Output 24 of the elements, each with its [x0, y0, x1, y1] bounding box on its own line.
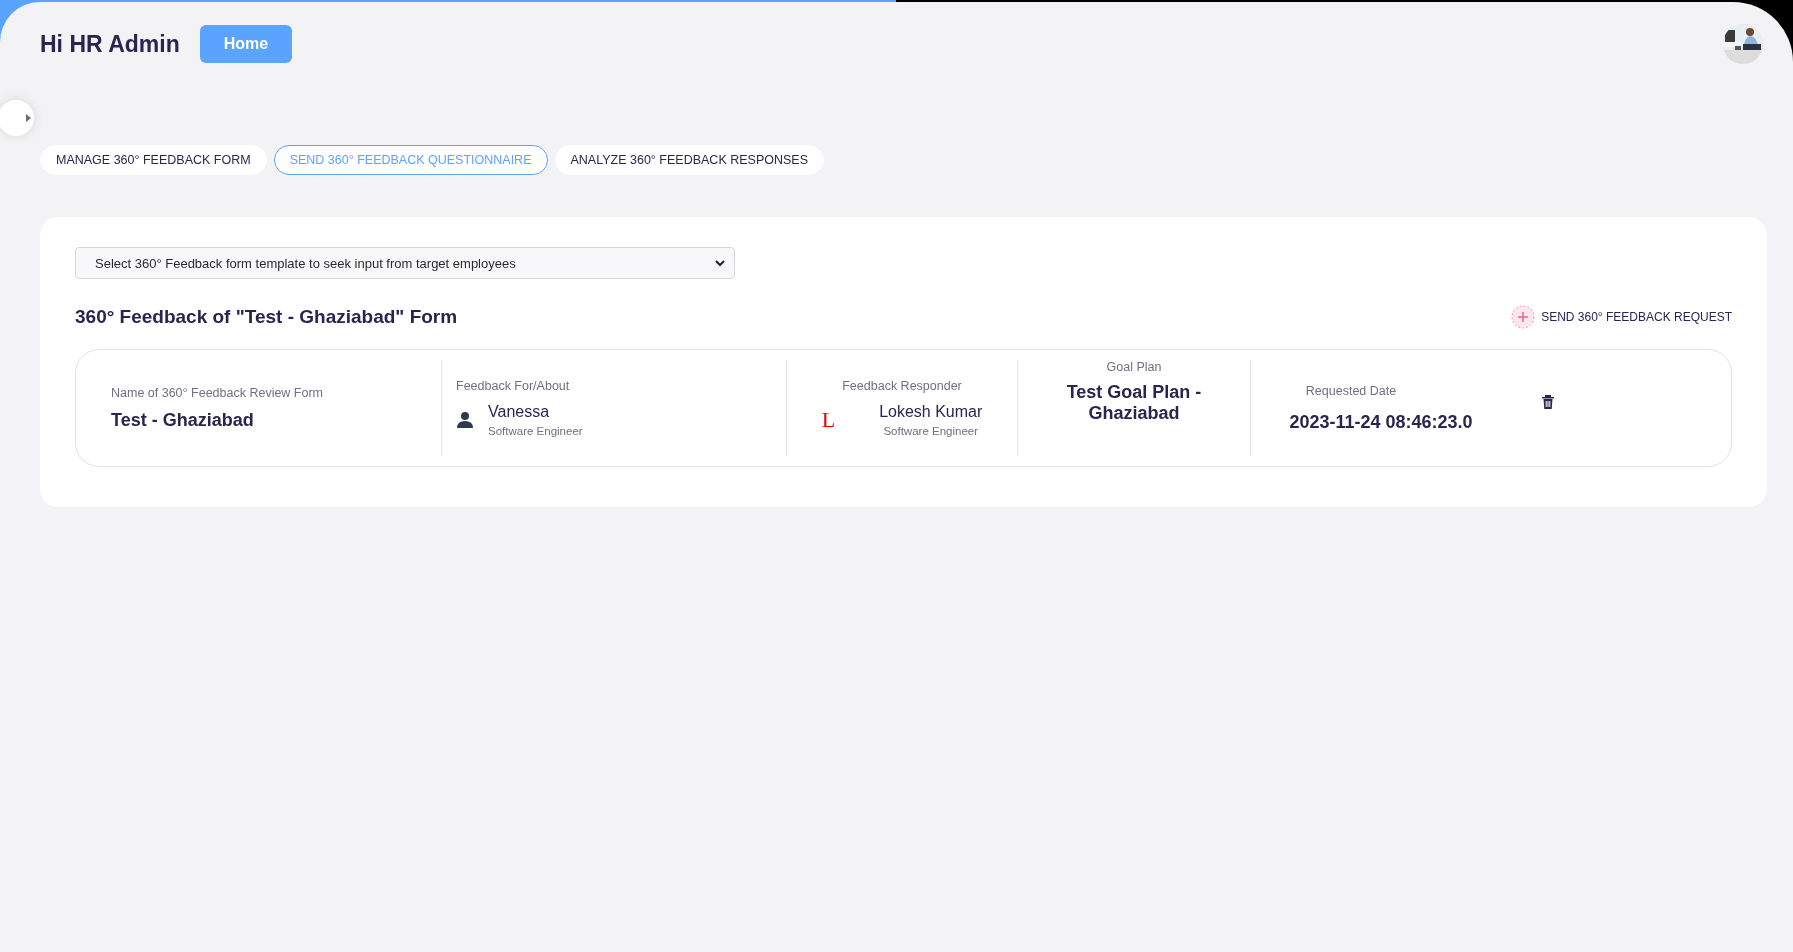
sidebar-toggle-button[interactable]: [0, 100, 34, 136]
requested-date: 2023-11-24 08:46:23.0: [1289, 411, 1473, 433]
tab[interactable]: ANALYZE 360° FEEDBACK RESPONSES: [554, 145, 824, 175]
employee-role: Software Engineer: [488, 425, 583, 437]
employee-name: Vanessa: [488, 403, 551, 421]
tab[interactable]: MANAGE 360° FEEDBACK FORM: [40, 145, 267, 175]
column-label: Requested Date: [1305, 383, 1397, 398]
delete-icon[interactable]: [1541, 394, 1555, 410]
broken-image-alt-text: L: [821, 407, 836, 433]
column-label: Feedback Responder: [842, 379, 962, 393]
chevron-down-icon: [714, 257, 726, 269]
send-request-button[interactable]: SEND 360° FEEDBACK REQUEST: [1511, 305, 1732, 329]
column-label: Feedback For/About: [456, 379, 571, 393]
template-dropdown[interactable]: Select 360° Feedback form template to seek input from target employees: [75, 247, 735, 279]
plus-icon: [1511, 305, 1536, 329]
section-title: 360° Feedback of "Test - Ghaziabad" Form: [75, 306, 458, 328]
form-name: Test - Ghaziabad: [111, 409, 255, 431]
goal-plan-name: Test Goal Plan - Ghaziabad: [1065, 382, 1203, 424]
person-icon: [456, 411, 474, 429]
column-label: Goal Plan: [1106, 360, 1162, 374]
column-label: Name of 360° Feedback Review Form: [111, 385, 325, 400]
employee-name: Lokesh Kumar: [879, 403, 983, 421]
employee-role: Software Engineer: [883, 425, 979, 437]
greeting-heading: Hi HR Admin: [40, 30, 180, 58]
